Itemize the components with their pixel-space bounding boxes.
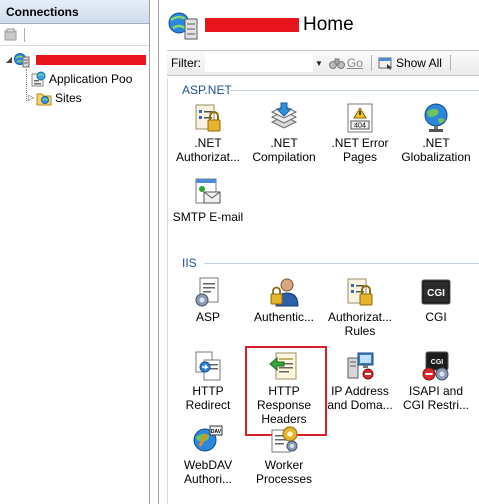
go-label: Go (346, 56, 363, 70)
server-home-icon (167, 9, 199, 41)
toolbar-separator (370, 55, 372, 71)
feature-label-line2: Rules (344, 324, 376, 338)
feature-label-line2: Response (256, 398, 312, 412)
feature-label-line1: Authorizat... (327, 310, 393, 324)
feature-authorization-rules[interactable]: Authorizat... Rules (322, 276, 398, 338)
feature-http-redirect[interactable]: HTTP Redirect (170, 350, 246, 412)
feature-label-line2: Authori... (183, 472, 233, 486)
filter-label: Filter: (171, 56, 201, 70)
feature-smtp-email[interactable]: SMTP E-mail (170, 176, 246, 224)
feature-net-authorization[interactable]: .NET Authorizat... (170, 102, 246, 164)
feature-label-line2: Globalization (401, 150, 471, 164)
feature-label-line2: Pages (342, 150, 378, 164)
application-pools-icon (30, 71, 46, 87)
tree-item-sites[interactable]: ▷ Sites (0, 88, 149, 107)
group-divider (204, 263, 479, 264)
feature-ip-address-domain[interactable]: IP Address and Doma... (322, 350, 398, 412)
feature-label-line1: .NET (270, 136, 298, 150)
connections-tree: ◢ Application Poo ▷ Sites (0, 46, 149, 107)
svg-text:404: 404 (354, 123, 366, 130)
feature-label-line1: SMTP E-mail (172, 210, 244, 224)
tree-item-server[interactable]: ◢ (0, 50, 149, 69)
tree-item-application-pools[interactable]: Application Poo (0, 69, 149, 88)
filter-dropdown-icon[interactable]: ▼ (315, 59, 323, 68)
feature-label-line2: and Doma... (327, 398, 393, 412)
toolbar-separator (24, 27, 25, 42)
toolbar-separator (449, 55, 451, 71)
binoculars-icon (328, 58, 345, 69)
svg-text:CGI: CGI (427, 288, 445, 299)
feature-label-line1: Worker (264, 458, 304, 472)
connections-title: Connections (0, 0, 149, 24)
collapse-icon[interactable]: ◢ (4, 55, 14, 64)
net-compilation-icon (270, 102, 298, 129)
feature-label-line1: ISAPI and (408, 384, 464, 398)
feature-label-line1: WebDAV (183, 458, 233, 472)
feature-label-line2: Compilation (252, 150, 316, 164)
redacted-server-name (36, 54, 146, 65)
feature-label-line2: Processes (255, 472, 313, 486)
page-header: Home (159, 0, 479, 50)
features-view: ASP .NET .NET Authorizat... .NET Compilat… (167, 78, 479, 504)
feature-label-line1: .NET Error (331, 136, 389, 150)
show-all-button[interactable]: Show All (378, 56, 442, 70)
feature-net-globalization[interactable]: .NET Globalization (398, 102, 474, 164)
show-all-label: Show All (395, 56, 442, 70)
feature-label-line2: Authorizat... (175, 150, 241, 164)
feature-http-response-headers[interactable]: HTTP Response Headers (245, 346, 327, 436)
connections-toolbar (0, 24, 149, 46)
http-response-headers-icon (269, 352, 297, 380)
svg-text:CGI: CGI (431, 359, 444, 366)
feature-label-line1: ASP (195, 310, 220, 324)
net-authorization-icon (195, 104, 221, 132)
expand-icon[interactable]: ▷ (26, 93, 36, 102)
cgi-icon: CGI (421, 279, 451, 305)
server-icon (14, 52, 30, 68)
feature-label-line1: Authentic... (253, 310, 315, 324)
tree-item-sites-label: Sites (55, 90, 82, 105)
feature-net-compilation[interactable]: .NET Compilation (246, 102, 322, 164)
filter-toolbar: Filter: ▼ Go Show All (167, 50, 479, 76)
show-all-icon (378, 57, 392, 70)
net-error-pages-icon: 404 (347, 103, 373, 133)
filter-input[interactable] (205, 54, 313, 72)
isapi-cgi-icon: CGI (422, 351, 449, 381)
smtp-email-icon (195, 178, 221, 204)
sites-folder-icon (36, 90, 52, 106)
http-redirect-icon (195, 351, 221, 381)
feature-label-line1: .NET (194, 136, 222, 150)
ip-address-icon (347, 352, 374, 380)
page-title: Home (303, 14, 354, 35)
feature-worker-processes[interactable]: Worker Processes (246, 424, 322, 486)
feature-webdav-authoring[interactable]: DAV WebDAV Authori... (170, 424, 246, 486)
redacted-server-title (205, 18, 299, 32)
group-divider (222, 90, 479, 91)
feature-label-line1: HTTP (192, 384, 224, 398)
feature-cgi[interactable]: CGI CGI (398, 276, 474, 324)
feature-net-error-pages[interactable]: 404 .NET Error Pages (322, 102, 398, 164)
svg-text:DAV: DAV (211, 429, 222, 435)
net-globalization-icon (424, 103, 448, 132)
worker-processes-icon (271, 426, 298, 453)
home-pane: Home Filter: ▼ Go Show All ASP .NET .NET … (158, 0, 479, 504)
connect-icon[interactable] (4, 28, 18, 42)
feature-authentication[interactable]: Authentic... (246, 276, 322, 324)
feature-label-line1: .NET (422, 136, 450, 150)
group-header-iis: IIS (182, 256, 197, 270)
feature-asp[interactable]: ASP (170, 276, 246, 324)
feature-label-line2: CGI Restri... (402, 398, 469, 412)
asp-icon (195, 277, 219, 307)
feature-label-line1: IP Address (331, 384, 389, 398)
feature-label-line1: CGI (425, 310, 447, 324)
webdav-icon: DAV (193, 425, 223, 452)
connections-pane: Connections ◢ Application Poo ▷ Sites (0, 0, 150, 504)
tree-item-application-pools-label: Application Poo (49, 71, 133, 86)
go-button[interactable]: Go (328, 56, 363, 70)
authentication-icon (270, 278, 299, 307)
feature-label-line2: Redirect (185, 398, 231, 412)
feature-label-line1: HTTP (268, 384, 300, 398)
feature-isapi-cgi-restrictions[interactable]: CGI ISAPI and CGI Restri... (398, 350, 474, 412)
authorization-rules-icon (347, 278, 373, 306)
